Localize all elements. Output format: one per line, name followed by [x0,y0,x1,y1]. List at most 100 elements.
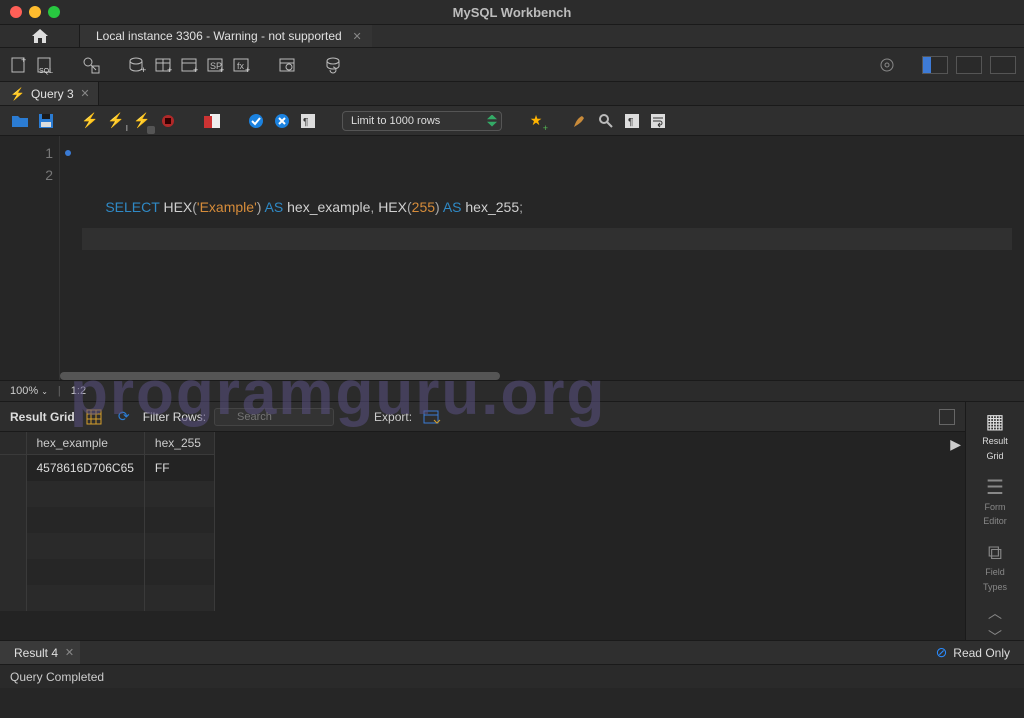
result-toolbar: Result Grid ⟳ Filter Rows: 🔍 Export: [0,402,965,432]
result-tab-bar: Result 4 ✕ ⊘ Read Only [0,640,1024,664]
search-table-data-button[interactable] [276,54,298,76]
svg-text:+: + [21,55,26,65]
line-number: 1 [45,145,53,161]
result-tab-label: Result 4 [14,646,58,660]
create-function-button[interactable]: fx+ [230,54,252,76]
find-button[interactable] [570,111,590,131]
toggle-output-panel-button[interactable] [956,56,982,74]
reconnect-button[interactable] [322,54,344,76]
query-tab[interactable]: ⚡ Query 3 ✕ [0,82,99,105]
commit-button[interactable] [246,111,266,131]
close-icon[interactable]: ✕ [65,646,74,659]
search-button[interactable] [596,111,616,131]
create-schema-button[interactable]: + [126,54,148,76]
rollback-button[interactable] [272,111,292,131]
export-label: Export: [374,410,412,424]
execute-button[interactable]: ⚡ [80,111,100,131]
explain-button[interactable]: ⚡ [132,111,152,131]
row-limit-select[interactable]: Limit to 1000 rows [342,111,502,131]
grid-icon: ▦ [986,412,1005,432]
execute-current-button[interactable]: ⚡I [106,111,126,131]
close-icon[interactable]: ✕ [352,30,361,43]
svg-text:+: + [219,65,224,75]
editor-footer: 100% ⌄ | 1:2 [0,380,1024,402]
line-number: 2 [45,167,53,183]
copy-icon[interactable] [939,409,955,425]
readonly-label: Read Only [953,646,1010,660]
new-sql-tab-button[interactable]: + [8,54,30,76]
open-file-button[interactable] [10,111,30,131]
svg-text:¶: ¶ [303,117,308,128]
connection-tab-bar: Local instance 3306 - Warning - not supp… [0,24,1024,48]
status-text: Query Completed [10,670,104,684]
editor-gutter: 1 2 [0,136,60,380]
editor-horizontal-scrollbar[interactable] [60,372,500,380]
svg-text:SQL: SQL [39,68,53,75]
toggle-whitespace-button[interactable]: ¶ [298,111,318,131]
connection-tab[interactable]: Local instance 3306 - Warning - not supp… [80,25,372,47]
form-editor-view-button[interactable]: ☰ Form Editor [970,472,1020,534]
home-button[interactable] [0,25,80,47]
svg-text:fx: fx [237,61,245,71]
wrap-button[interactable] [648,111,668,131]
form-icon: ☰ [986,478,1004,498]
result-grid-view-button[interactable]: ▦ Result Grid [970,406,1020,468]
bolt-icon: ⚡ [10,87,25,101]
svg-text:+: + [245,65,250,75]
sql-editor[interactable]: 1 2 SELECT HEX('Example') AS hex_example… [0,136,1024,380]
editor-code[interactable]: SELECT HEX('Example') AS hex_example, HE… [60,136,1024,380]
column-header[interactable]: hex_255 [144,432,214,455]
close-icon[interactable]: ✕ [80,87,89,100]
window-titlebar: MySQL Workbench [0,0,1024,24]
query-tab-label: Query 3 [31,87,74,101]
chevron-up-icon[interactable]: ︿ [988,603,1002,623]
table-header-row: hex_example hex_255 [0,432,214,455]
table-row[interactable]: 4578616D706C65 FF [0,455,214,482]
window-title: MySQL Workbench [0,5,1024,20]
query-tab-bar: ⚡ Query 3 ✕ [0,82,1024,106]
sql-toolbar: ⚡ ⚡I ⚡ ¶ Limit to 1000 rows ★+ ¶ [0,106,1024,136]
result-grid[interactable]: ▶ hex_example hex_255 4578616D706C65 FF [0,432,965,640]
connection-tab-label: Local instance 3306 - Warning - not supp… [96,29,342,43]
expand-arrow-icon[interactable]: ▶ [950,436,961,453]
open-sql-file-button[interactable]: SQL [34,54,56,76]
readonly-icon: ⊘ [936,644,948,661]
grid-view-icon[interactable] [83,406,105,428]
zoom-select[interactable]: 100% ⌄ [10,385,48,397]
create-procedure-button[interactable]: SP+ [204,54,226,76]
result-main: Result Grid ⟳ Filter Rows: 🔍 Export: ▶ h… [0,402,966,640]
export-button[interactable] [420,406,442,428]
refresh-icon[interactable]: ⟳ [113,406,135,428]
result-area: Result Grid ⟳ Filter Rows: 🔍 Export: ▶ h… [0,402,1024,640]
cursor-position: 1:2 [71,385,86,397]
toggle-sidebar-left-button[interactable] [922,56,948,74]
row-limit-label: Limit to 1000 rows [351,115,440,127]
toggle-autocommit-button[interactable] [202,111,222,131]
toggle-sidebar-right-button[interactable] [990,56,1016,74]
stop-button[interactable] [158,111,178,131]
create-table-button[interactable]: + [152,54,174,76]
row-selector-header [0,432,26,455]
create-view-button[interactable]: + [178,54,200,76]
filter-rows-label: Filter Rows: [143,410,206,424]
svg-text:+: + [193,65,198,75]
settings-button[interactable] [876,54,898,76]
svg-text:¶: ¶ [628,117,633,128]
cell[interactable]: FF [144,455,214,482]
cell[interactable]: 4578616D706C65 [26,455,144,482]
result-tab[interactable]: Result 4 ✕ [0,641,80,664]
svg-text:+: + [141,65,146,75]
field-types-view-button[interactable]: ⧉ Field Types [970,537,1020,599]
toggle-invisible-button[interactable]: ¶ [622,111,642,131]
beautify-button[interactable]: ★+ [526,111,546,131]
filter-rows-input[interactable] [214,408,334,426]
inspector-button[interactable] [80,54,102,76]
readonly-indicator: ⊘ Read Only [922,641,1024,664]
result-side-panel: ▦ Result Grid ☰ Form Editor ⧉ Field Type… [966,402,1024,640]
home-icon [32,29,48,43]
chevron-down-icon: ⌄ [41,387,48,396]
column-header[interactable]: hex_example [26,432,144,455]
main-toolbar: + SQL + + + SP+ fx+ [0,48,1024,82]
status-bar: Query Completed [0,664,1024,688]
save-file-button[interactable] [36,111,56,131]
